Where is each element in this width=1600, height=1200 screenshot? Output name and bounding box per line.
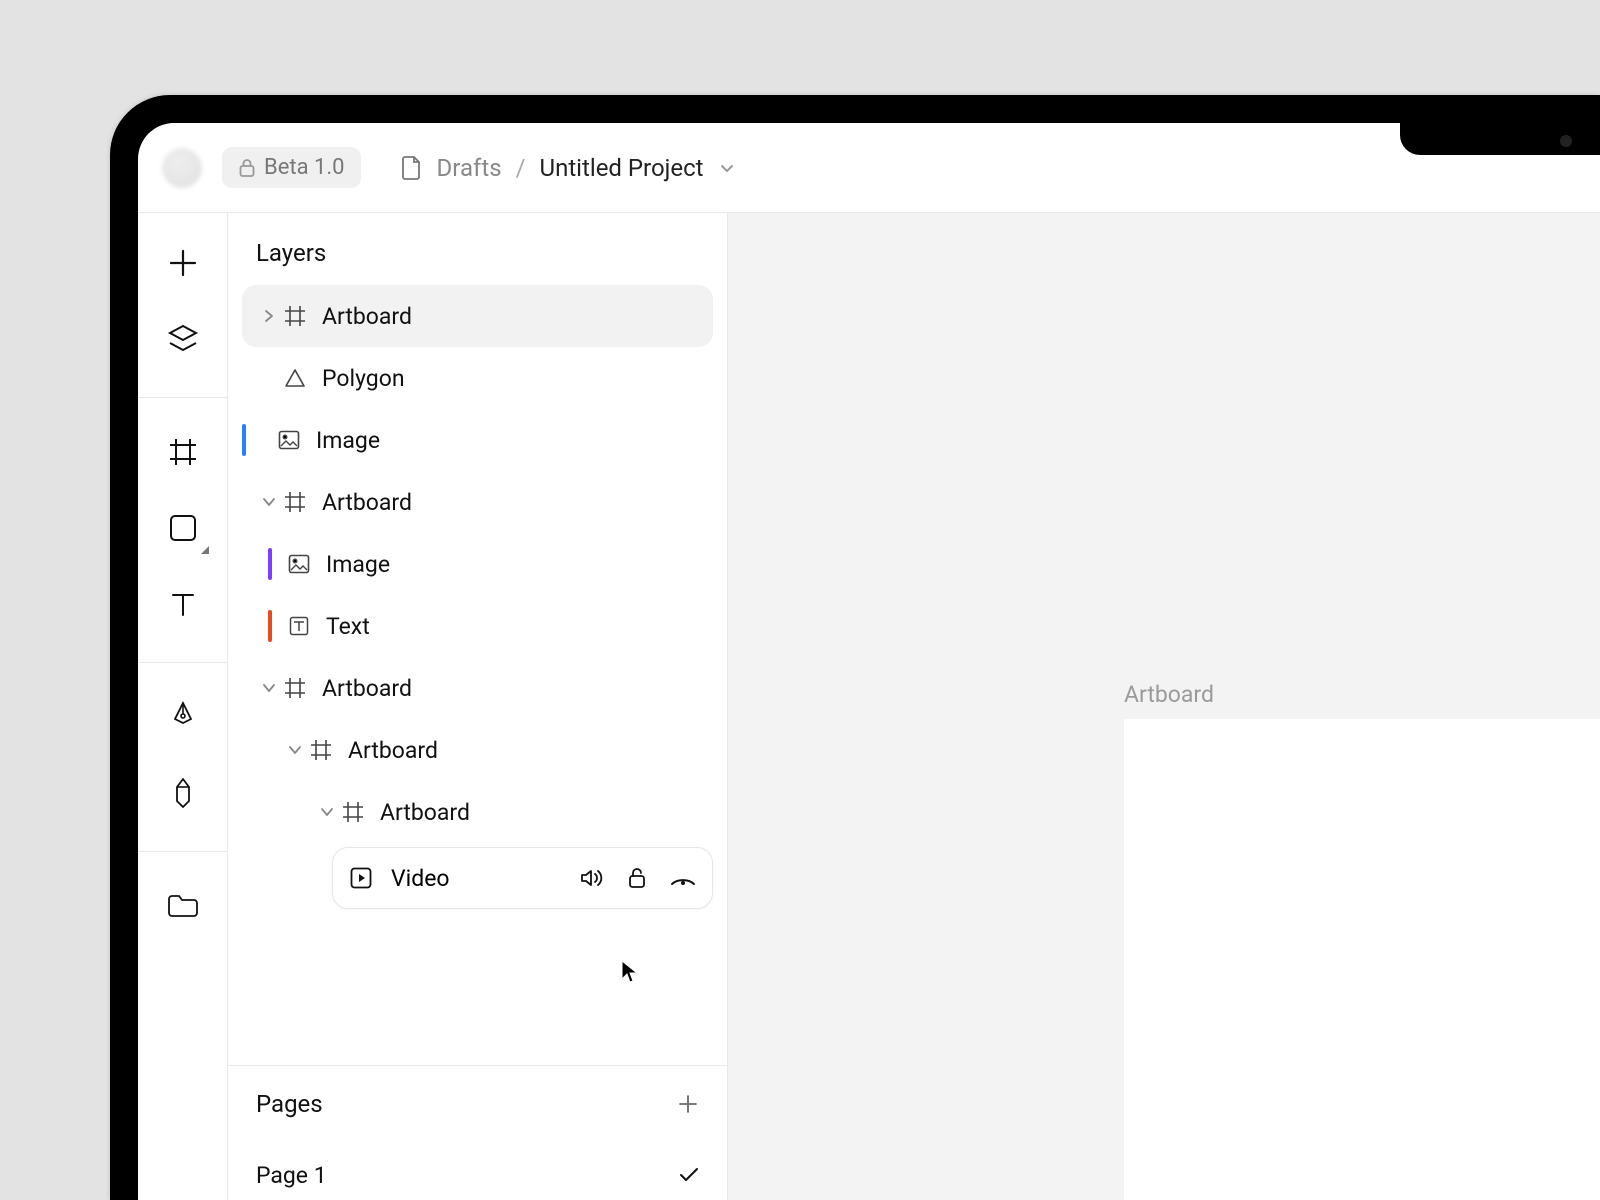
image-icon [284, 554, 314, 574]
layer-label: Video [391, 865, 560, 892]
frame-icon [306, 739, 336, 761]
layer-label: Artboard [322, 303, 412, 330]
page-row[interactable]: Page 1 [256, 1150, 699, 1200]
video-icon [347, 867, 375, 889]
device-notch [1400, 95, 1600, 155]
device-frame: Beta 1.0 Drafts / Untitled Project [110, 95, 1600, 1200]
topbar: Beta 1.0 Drafts / Untitled Project [138, 123, 1600, 213]
chevron-right-icon[interactable] [258, 309, 280, 323]
pencil-tool[interactable] [155, 765, 211, 821]
layer-label: Artboard [380, 799, 470, 826]
unlock-icon[interactable] [622, 863, 652, 893]
polygon-icon [280, 368, 310, 388]
layer-row-artboard-4[interactable]: Artboard [242, 719, 713, 781]
canvas-artboard-label[interactable]: Artboard [1124, 681, 1214, 708]
chevron-down-icon[interactable] [258, 682, 280, 694]
pages-title: Pages [256, 1090, 323, 1118]
frame-icon [338, 801, 368, 823]
lock-icon [238, 158, 256, 178]
text-icon [284, 616, 314, 636]
layer-label: Artboard [322, 489, 412, 516]
layer-row-image-2[interactable]: Image [242, 533, 713, 595]
accent-bar [268, 610, 272, 642]
accent-bar [242, 424, 246, 456]
check-icon [679, 1167, 699, 1183]
main-area: Layers Artboard [138, 213, 1600, 1200]
pen-tool[interactable] [155, 689, 211, 745]
image-icon [274, 430, 304, 450]
layer-row-artboard[interactable]: Artboard [242, 285, 713, 347]
frame-icon [280, 305, 310, 327]
add-page-button[interactable] [677, 1093, 699, 1115]
layer-row-artboard-3[interactable]: Artboard [242, 657, 713, 719]
breadcrumb: Drafts / Untitled Project [401, 154, 736, 182]
page-label: Page 1 [256, 1162, 327, 1189]
layer-label: Image [326, 551, 390, 578]
add-tool[interactable] [155, 235, 211, 291]
text-tool[interactable] [155, 576, 211, 632]
layer-label: Image [316, 427, 380, 454]
app-window: Beta 1.0 Drafts / Untitled Project [138, 123, 1600, 1200]
layers-panel-title: Layers [228, 213, 727, 285]
chevron-down-icon[interactable] [258, 496, 280, 508]
beta-badge: Beta 1.0 [222, 147, 361, 188]
document-icon [401, 155, 423, 181]
visibility-icon[interactable] [668, 863, 698, 893]
chevron-down-icon[interactable] [284, 744, 306, 756]
toolrail-divider-3 [138, 851, 227, 852]
chevron-down-icon[interactable] [718, 159, 736, 177]
layer-label: Artboard [322, 675, 412, 702]
layer-row-image[interactable]: Image [242, 409, 713, 471]
layers-panel: Layers Artboard [228, 213, 728, 1200]
canvas-artboard[interactable] [1124, 719, 1600, 1200]
rectangle-tool[interactable] [155, 500, 211, 556]
layer-list: Artboard Polygon [228, 285, 727, 1065]
frame-icon [280, 677, 310, 699]
breadcrumb-project[interactable]: Untitled Project [540, 154, 704, 182]
accent-bar [268, 548, 272, 580]
frame-tool[interactable] [155, 424, 211, 480]
layer-label: Artboard [348, 737, 438, 764]
app-logo[interactable] [162, 148, 202, 188]
layer-row-artboard-2[interactable]: Artboard [242, 471, 713, 533]
toolrail [138, 213, 228, 1200]
pages-panel: Pages Page 1 [228, 1065, 727, 1200]
layer-row-polygon[interactable]: Polygon [242, 347, 713, 409]
toolrail-divider [138, 397, 227, 398]
canvas[interactable]: Artboard [728, 213, 1600, 1200]
frame-icon [280, 491, 310, 513]
folder-tool[interactable] [155, 878, 211, 934]
layers-tool[interactable] [155, 311, 211, 367]
layer-label: Polygon [322, 365, 405, 392]
layer-label: Text [326, 613, 370, 640]
breadcrumb-separator: / [516, 154, 526, 182]
volume-icon[interactable] [576, 863, 606, 893]
layer-row-text[interactable]: Text [242, 595, 713, 657]
beta-badge-label: Beta 1.0 [264, 155, 345, 180]
chevron-down-icon[interactable] [316, 806, 338, 818]
layer-row-video[interactable]: Video [332, 847, 713, 909]
layer-row-artboard-5[interactable]: Artboard [242, 781, 713, 843]
breadcrumb-folder[interactable]: Drafts [437, 154, 502, 182]
toolrail-divider-2 [138, 662, 227, 663]
